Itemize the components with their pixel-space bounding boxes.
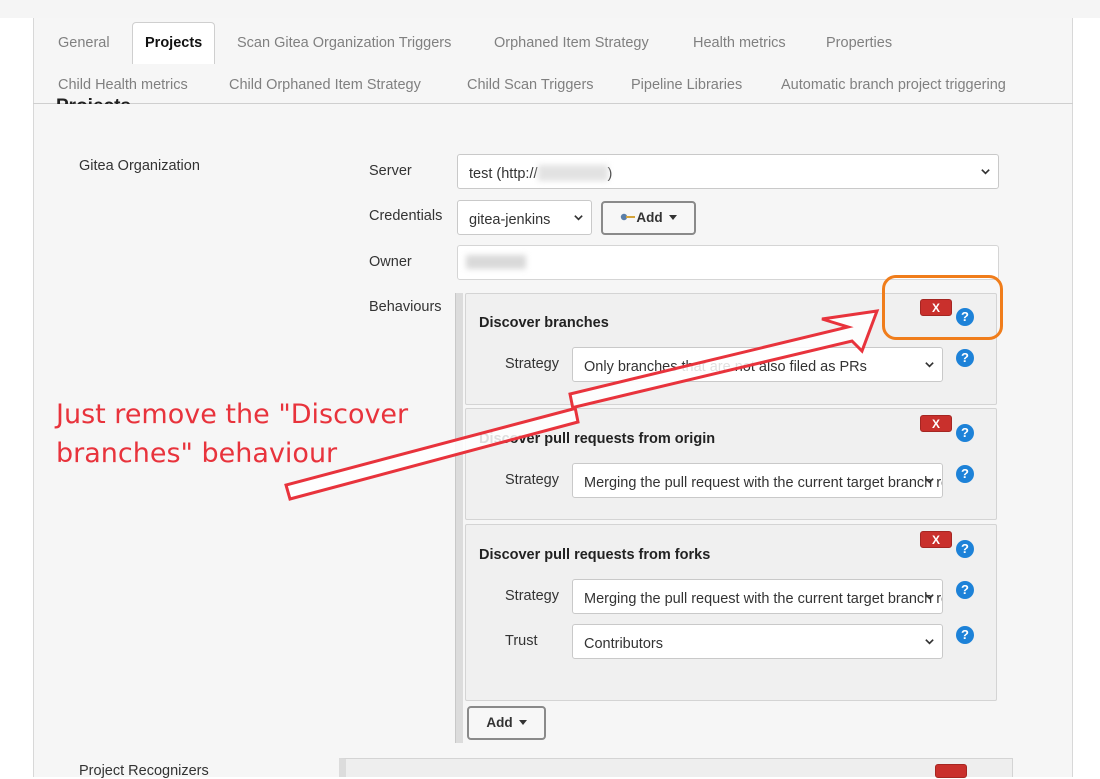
annotation-line-2: branches" behaviour	[56, 438, 338, 469]
annotation-line-1: Just remove the "Discover	[56, 399, 409, 430]
annotation-arrow-icon	[284, 309, 880, 501]
annotation-text: Just remove the "Discover branches" beha…	[56, 395, 408, 473]
